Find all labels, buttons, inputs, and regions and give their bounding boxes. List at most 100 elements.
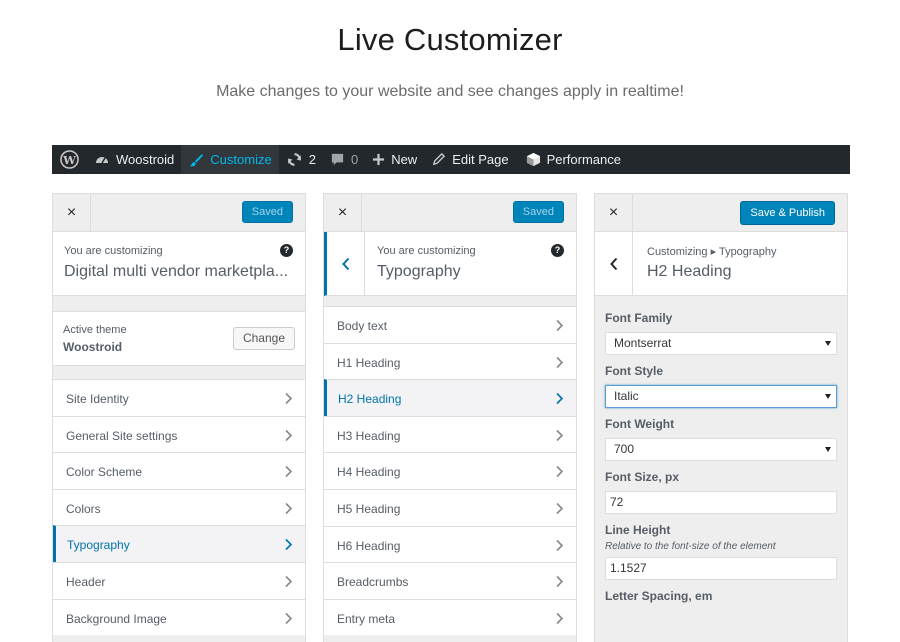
site-title: Digital multi vendor marketpla... <box>64 263 289 280</box>
customize-label: Customize <box>210 152 272 167</box>
pencil-icon <box>432 152 446 166</box>
section-item-label: Header <box>66 574 106 589</box>
chevron-right-icon-wrap <box>284 429 293 445</box>
customizer-panel-typography: × Saved You are customizing Typography ?… <box>323 193 577 642</box>
customizing-label: You are customizing <box>377 245 476 257</box>
page-subtitle: Make changes to your website and see cha… <box>216 83 684 100</box>
section-item-h4-heading[interactable]: H4 Heading <box>324 452 576 489</box>
active-theme-label: Active theme <box>63 324 127 336</box>
chevron-right-icon <box>285 392 293 405</box>
section-item-header[interactable]: Header <box>53 561 305 599</box>
section-item-label: H1 Heading <box>337 355 401 370</box>
section-item-label: H4 Heading <box>337 465 401 480</box>
section-item-h1-heading[interactable]: H1 Heading <box>324 342 576 380</box>
breadcrumb: Customizing ▸ Typography <box>647 246 777 258</box>
chevron-right-icon-wrap <box>555 319 564 335</box>
saved-button[interactable]: Saved <box>512 201 564 223</box>
site-name-menu[interactable]: Woostroid <box>87 145 181 174</box>
font-style-label: Font Style <box>605 364 664 378</box>
wordpress-logo-button[interactable]: W <box>52 145 87 174</box>
updates-count: 2 <box>308 152 316 167</box>
section-item-body-text[interactable]: Body text <box>324 306 576 343</box>
section-item-h3-heading[interactable]: H3 Heading <box>324 415 576 453</box>
help-icon[interactable]: ? <box>280 244 293 257</box>
saved-button[interactable]: Saved <box>241 201 293 223</box>
new-content-menu[interactable]: New <box>365 145 424 174</box>
section-item-label: H3 Heading <box>337 428 401 443</box>
change-theme-button[interactable]: Change <box>232 327 295 350</box>
chevron-right-icon-wrap <box>284 538 293 554</box>
font-size-label: Font Size, px <box>605 470 680 484</box>
page-title: Live Customizer <box>337 22 563 57</box>
section-item-label: Typography <box>67 538 130 553</box>
chevron-right-icon <box>556 429 564 441</box>
brush-icon <box>190 153 204 166</box>
comment-icon <box>331 153 344 166</box>
back-button[interactable] <box>327 232 365 295</box>
comments-link[interactable]: 0 <box>323 145 365 174</box>
section-item-label: H6 Heading <box>337 538 401 553</box>
section-item-label: H5 Heading <box>337 501 401 516</box>
chevron-right-icon-wrap <box>555 502 564 518</box>
back-button[interactable] <box>595 232 633 295</box>
close-customizer-button[interactable]: × <box>53 194 91 231</box>
section-item-label: General Site settings <box>66 428 178 443</box>
edit-page-link[interactable]: Edit Page <box>424 145 515 174</box>
chevron-right-icon-wrap <box>555 356 564 372</box>
panel-header: × Saved <box>324 194 576 232</box>
font-weight-label: Font Weight <box>605 417 675 431</box>
section-item-h6-heading[interactable]: H6 Heading <box>324 525 576 563</box>
section-item-color-scheme[interactable]: Color Scheme <box>53 452 305 489</box>
letter-spacing-label: Letter Spacing, em <box>605 589 713 603</box>
chevron-right-icon <box>556 576 564 588</box>
section-item-h2-heading[interactable]: H2 Heading <box>324 379 576 416</box>
line-height-input[interactable]: 1.1527 <box>605 557 837 580</box>
save-publish-button[interactable]: Save & Publish <box>740 201 835 225</box>
section-item-label: Background Image <box>66 611 167 626</box>
chevron-right-icon <box>285 575 293 588</box>
chevron-right-icon <box>285 466 293 478</box>
updates-link[interactable]: 2 <box>279 145 323 174</box>
close-customizer-button[interactable]: × <box>595 194 633 231</box>
dropdown-caret-icon <box>825 447 831 452</box>
chevron-right-icon <box>556 539 564 551</box>
edit-page-label: Edit Page <box>452 152 509 167</box>
section-item-label: Body text <box>337 319 388 333</box>
chevron-right-icon <box>285 502 293 514</box>
section-item-general-site-settings[interactable]: General Site settings <box>53 415 305 453</box>
chevron-right-icon-wrap <box>555 465 564 481</box>
section-list: Body text H1 Heading H2 Heading H3 Heading H… <box>324 306 576 636</box>
section-title: Typography <box>377 263 461 280</box>
admin-bar: W Woostroid Customize 2 0 New Edit Page … <box>52 145 850 174</box>
section-item-background-image[interactable]: Background Image <box>53 598 305 636</box>
new-label: New <box>391 152 418 167</box>
chevron-right-icon <box>556 612 564 624</box>
chevron-right-icon-wrap <box>284 465 293 481</box>
line-height-description: Relative to the font-size of the element <box>605 541 776 552</box>
section-item-site-identity[interactable]: Site Identity <box>53 379 305 416</box>
section-item-label: Colors <box>66 501 101 516</box>
chevron-left-icon <box>341 257 349 270</box>
font-weight-select[interactable]: 700 <box>605 438 837 461</box>
customize-link[interactable]: Customize <box>181 145 279 174</box>
help-icon[interactable]: ? <box>551 244 564 257</box>
line-height-label: Line Height <box>605 523 671 537</box>
plus-icon <box>373 153 385 166</box>
performance-menu[interactable]: Performance <box>516 145 628 174</box>
chevron-right-icon-wrap <box>284 575 293 591</box>
font-family-select[interactable]: Montserrat <box>605 332 837 355</box>
font-size-input[interactable]: 72 <box>605 491 837 514</box>
close-customizer-button[interactable]: × <box>324 194 362 231</box>
font-style-select[interactable]: Italic <box>605 385 837 408</box>
section-item-label: Breadcrumbs <box>337 575 409 590</box>
customizing-info: You are customizing Digital multi vendor… <box>53 232 305 296</box>
section-item-typography[interactable]: Typography <box>53 525 305 562</box>
chevron-right-icon <box>556 466 564 478</box>
theme-name: Woostroid <box>63 340 123 354</box>
section-item-h5-heading[interactable]: H5 Heading <box>324 488 576 526</box>
section-item-breadcrumbs[interactable]: Breadcrumbs <box>324 562 576 599</box>
section-item-entry-meta[interactable]: Entry meta <box>324 598 576 636</box>
section-item-colors[interactable]: Colors <box>53 488 305 526</box>
font-weight-value: 700 <box>614 442 635 456</box>
customizer-panel-main: × Saved You are customizing Digital mult… <box>52 193 306 642</box>
